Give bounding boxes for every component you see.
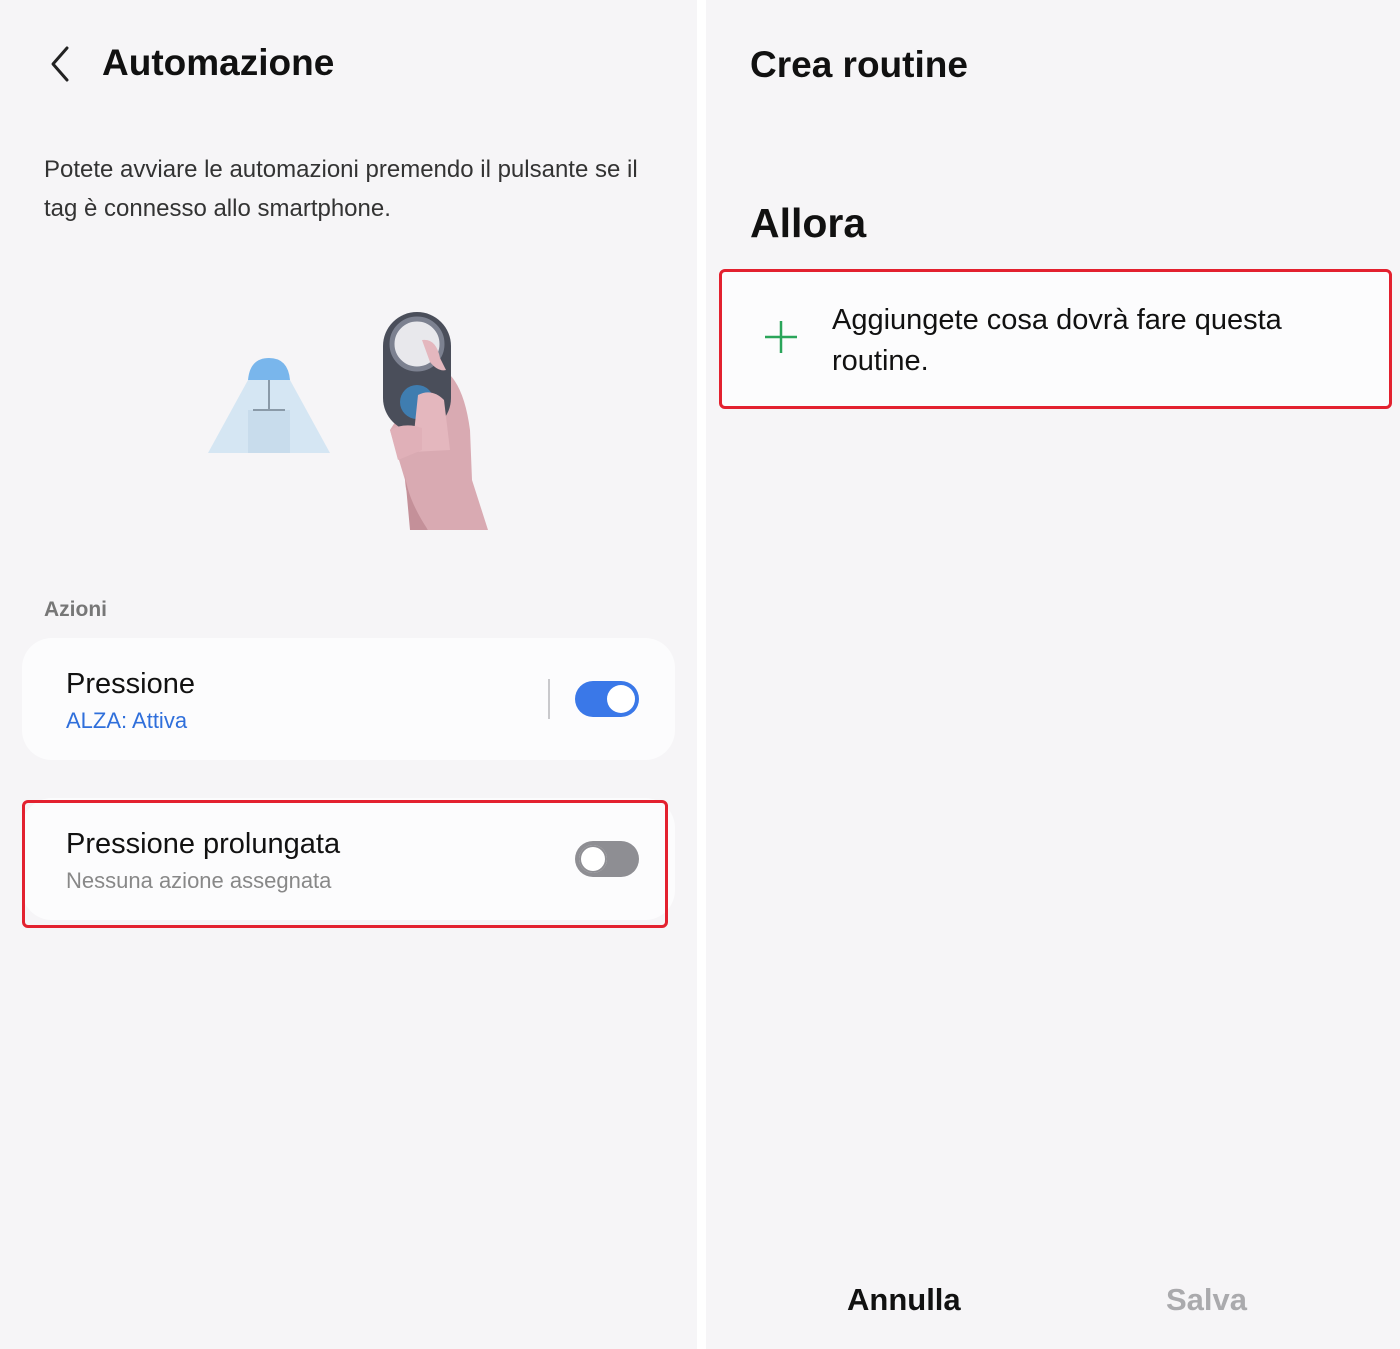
add-action-label: Aggiungete cosa dovrà fare questa routin… xyxy=(832,304,1282,377)
action-press-title: Pressione xyxy=(66,668,195,700)
create-routine-screen: Crea routine Allora Aggiungete cosa dovr… xyxy=(706,0,1400,1349)
section-label-actions: Azioni xyxy=(44,598,107,621)
action-long-press-subtitle: Nessuna azione assegnata xyxy=(66,868,332,893)
save-button[interactable]: Salva xyxy=(1166,1282,1247,1318)
action-press-subtitle: ALZA: Attiva xyxy=(66,708,188,733)
action-long-press-title: Pressione prolungata xyxy=(66,828,341,860)
back-button[interactable] xyxy=(36,40,84,88)
cancel-button[interactable]: Annulla xyxy=(847,1282,961,1318)
chevron-left-icon xyxy=(51,46,69,82)
section-heading-then: Allora xyxy=(750,200,867,246)
toggle-knob xyxy=(579,845,607,873)
automation-description: Potete avviare le automazioni premendo i… xyxy=(44,156,638,222)
action-press-card[interactable]: Pressione ALZA: Attiva xyxy=(22,638,675,760)
divider xyxy=(548,679,550,719)
automation-screen: Automazione Potete avviare le automazion… xyxy=(0,0,697,1349)
action-long-press-card[interactable]: Pressione prolungata Nessuna azione asse… xyxy=(22,798,675,920)
action-press-toggle[interactable] xyxy=(575,681,639,717)
toggle-knob xyxy=(607,685,635,713)
page-title: Crea routine xyxy=(750,44,968,85)
tag-press-illustration xyxy=(208,312,488,530)
page-title: Automazione xyxy=(102,42,335,83)
plus-icon xyxy=(765,321,797,353)
add-action-button[interactable]: Aggiungete cosa dovrà fare questa routin… xyxy=(720,270,1392,408)
action-long-press-toggle[interactable] xyxy=(575,841,639,877)
